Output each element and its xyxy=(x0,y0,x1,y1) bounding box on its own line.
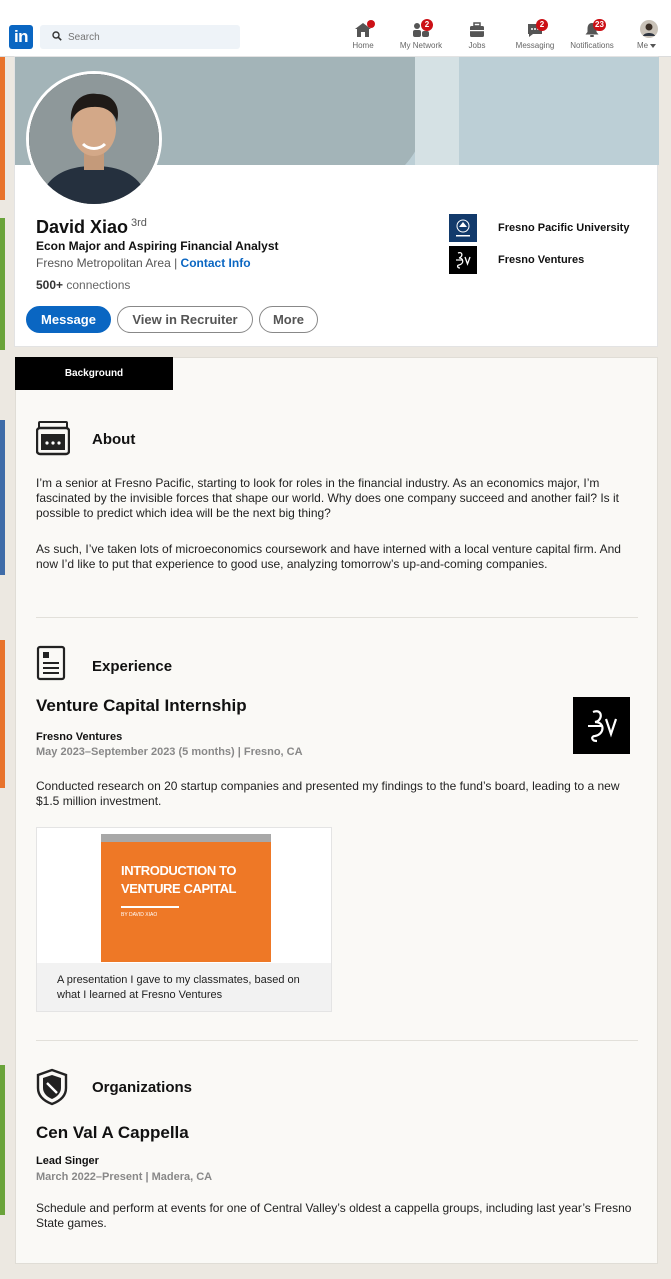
organization-dates: March 2022–Present | Madera, CA xyxy=(36,1171,213,1183)
experience-role[interactable]: Venture Capital Internship xyxy=(36,696,247,716)
nav-me[interactable]: Me xyxy=(634,18,664,54)
fresno-ventures-logo-icon[interactable] xyxy=(573,697,630,754)
nav-messaging[interactable]: 2 Messaging xyxy=(512,18,558,54)
profile-name: David Xiao xyxy=(36,217,129,237)
nav-home-label: Home xyxy=(352,41,374,50)
connections-number: 500+ xyxy=(36,278,64,292)
section-divider-2 xyxy=(36,1040,638,1041)
profile-photo[interactable] xyxy=(26,71,162,207)
org-name-fresno-pacific: Fresno Pacific University xyxy=(498,222,630,234)
resume-icon xyxy=(36,645,66,681)
presentation-slide: INTRODUCTION TO VENTURE CAPITAL BY DAVID… xyxy=(101,834,271,962)
side-strip-green xyxy=(0,218,5,350)
profile-photo-art xyxy=(29,74,159,204)
avatar-icon xyxy=(640,20,658,38)
profile-location: Fresno Metropolitan Area | xyxy=(36,256,181,270)
org-fresno-pacific[interactable]: Fresno Pacific University xyxy=(449,214,649,242)
experience-dates: May 2023–September 2023 (5 months) | Fre… xyxy=(36,746,303,758)
search-box[interactable] xyxy=(40,25,240,49)
id-card-icon xyxy=(36,421,70,456)
nav-home[interactable]: Home xyxy=(343,18,383,54)
media-caption: A presentation I gave to my classmates, … xyxy=(57,974,300,1001)
more-button[interactable]: More xyxy=(259,306,318,333)
message-button[interactable]: Message xyxy=(26,306,111,333)
side-strip-blue xyxy=(0,420,5,575)
background-tab[interactable]: Background xyxy=(15,357,173,390)
profile-card: David Xiao 3rd Econ Major and Aspiring Fi… xyxy=(14,56,659,347)
nav-jobs-label: Jobs xyxy=(468,41,486,50)
nav-me-label: Me xyxy=(637,41,657,50)
media-preview: INTRODUCTION TO VENTURE CAPITAL BY DAVID… xyxy=(37,828,331,963)
experience-description: Conducted research on 20 startup compani… xyxy=(36,779,620,808)
view-in-recruiter-button[interactable]: View in Recruiter xyxy=(117,306,253,333)
slide-rule xyxy=(121,906,179,908)
org-fresno-ventures[interactable]: Fresno Ventures xyxy=(449,246,649,274)
linkedin-logo[interactable]: in xyxy=(9,25,33,49)
connection-degree: 3rd xyxy=(131,217,147,229)
side-strip-orange-2 xyxy=(0,640,5,788)
presentation-media[interactable]: INTRODUCTION TO VENTURE CAPITAL BY DAVID… xyxy=(36,827,332,1012)
about-paragraph-2: As such, I’ve taken lots of microeconomi… xyxy=(36,542,621,571)
side-strip-green-2 xyxy=(0,1065,5,1215)
experience-title: Experience xyxy=(92,658,173,675)
nav-my-network[interactable]: 2 My Network xyxy=(395,18,447,54)
slide-title: INTRODUCTION TO VENTURE CAPITAL xyxy=(121,863,237,896)
nav-messaging-label: Messaging xyxy=(515,41,555,50)
contact-info-link[interactable]: Contact Info xyxy=(181,256,251,270)
profile-location-row: Fresno Metropolitan Area | Contact Info xyxy=(36,256,251,270)
experience-company[interactable]: Fresno Ventures xyxy=(36,731,122,743)
shield-badge-icon xyxy=(36,1068,68,1106)
top-nav: in Home 2 My Network Jobs xyxy=(0,0,671,57)
connections-label: connections xyxy=(63,278,131,292)
organizations-title: Organizations xyxy=(92,1079,193,1096)
search-icon xyxy=(52,31,62,41)
section-divider xyxy=(36,617,638,618)
profile-headline: Econ Major and Aspiring Financial Analys… xyxy=(36,239,279,253)
organization-role: Lead Singer xyxy=(36,1155,99,1167)
organization-name[interactable]: Cen Val A Cappella xyxy=(36,1123,189,1143)
nav-notifications-label: Notifications xyxy=(570,41,614,50)
chevron-down-icon xyxy=(650,44,657,48)
about-title: About xyxy=(92,431,136,448)
notifications-badge: 23 xyxy=(593,19,606,31)
nav-my-network-label: My Network xyxy=(399,41,443,50)
fresno-ventures-logo-icon xyxy=(449,246,477,274)
connections-count[interactable]: 500+ connections xyxy=(36,278,130,292)
slide-author: BY DAVID XIAO xyxy=(121,912,158,918)
briefcase-icon xyxy=(470,22,484,37)
network-badge: 2 xyxy=(421,19,433,31)
about-paragraph-1: I’m a senior at Fresno Pacific, starting… xyxy=(36,476,619,520)
slide-top-bar xyxy=(101,834,271,842)
nav-notifications[interactable]: 23 Notifications xyxy=(566,18,618,54)
messaging-badge: 2 xyxy=(536,19,548,31)
university-seal-icon xyxy=(449,214,477,242)
profile-name-row: David Xiao 3rd xyxy=(36,217,147,238)
org-name-fresno-ventures: Fresno Ventures xyxy=(498,254,585,266)
side-strip-orange xyxy=(0,57,5,200)
home-badge-dot xyxy=(367,20,375,28)
nav-jobs[interactable]: Jobs xyxy=(461,18,493,54)
search-input[interactable] xyxy=(68,25,236,49)
organization-description: Schedule and perform at events for one o… xyxy=(36,1201,632,1230)
